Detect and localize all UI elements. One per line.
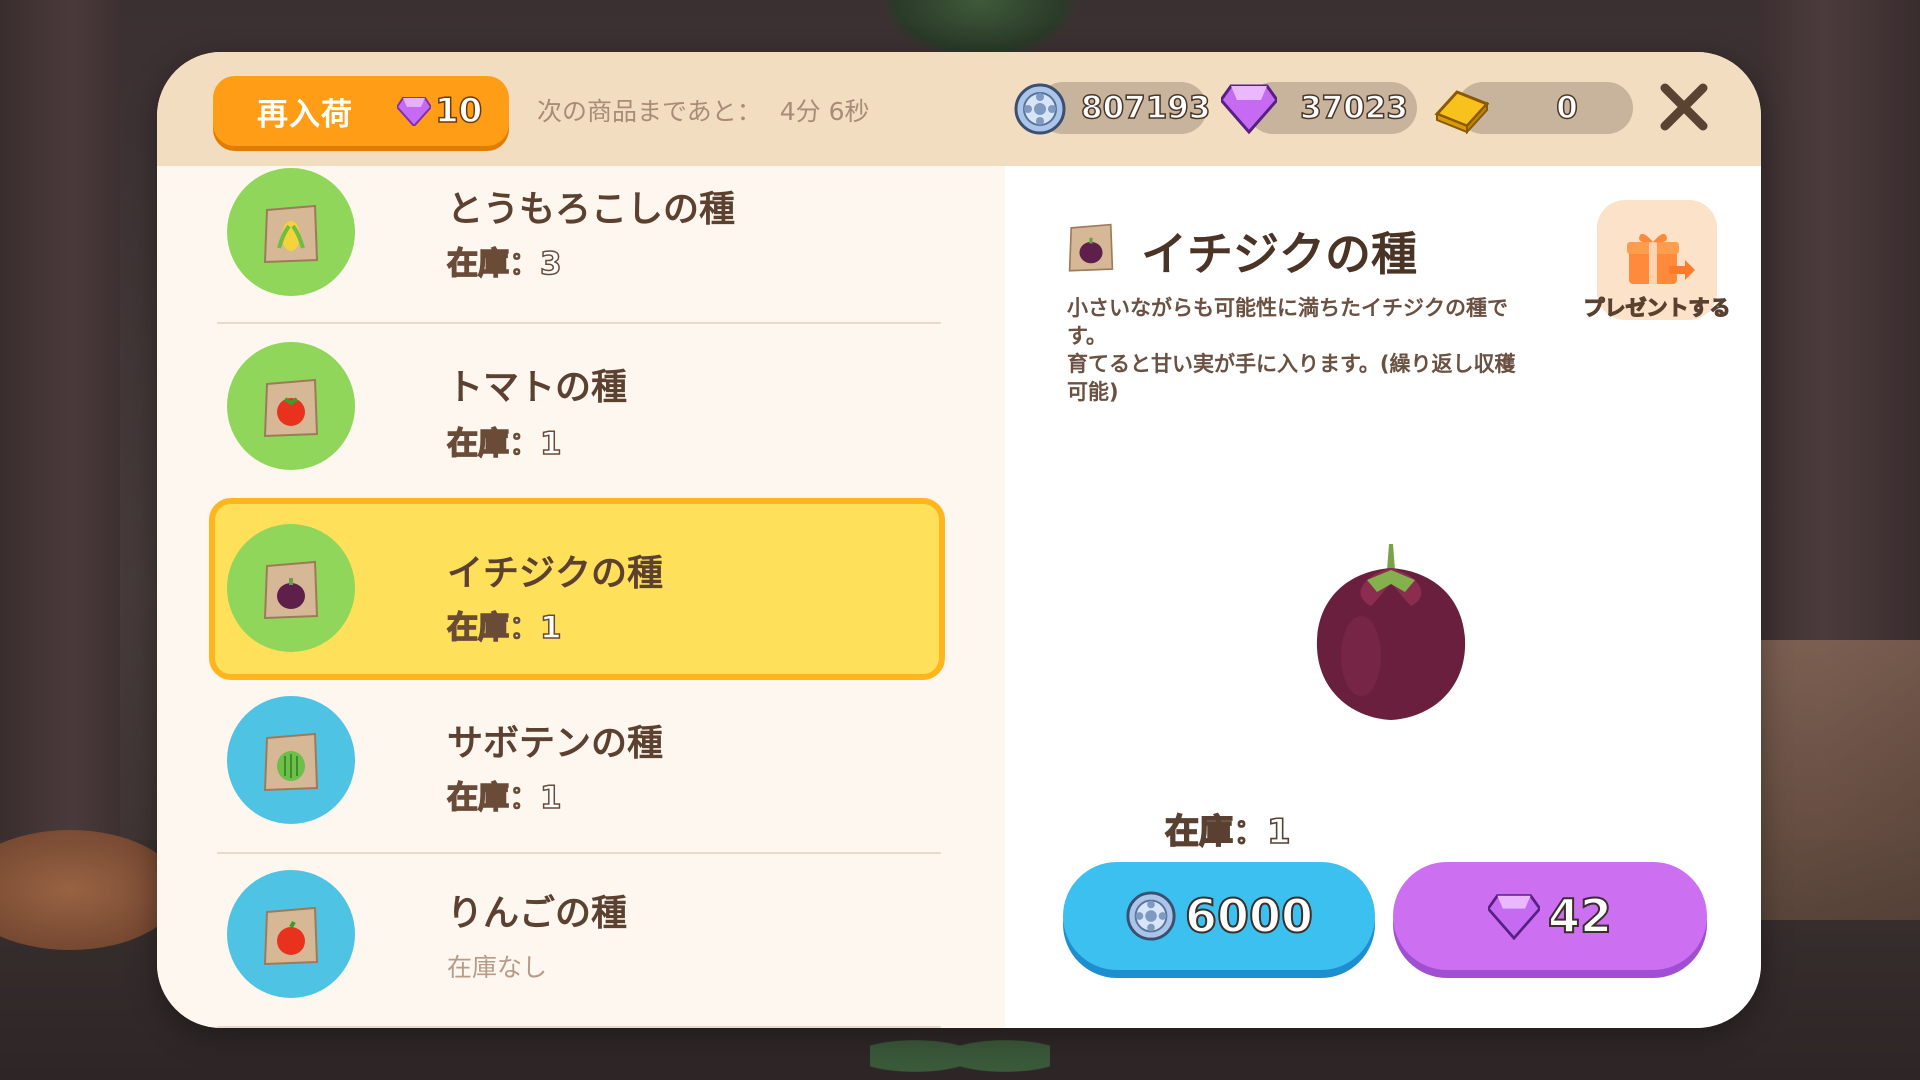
item-name: イチジクの種 [447,553,664,594]
item-icon-circle [227,342,355,470]
item-stock: 在庫なし [447,953,548,982]
item-name: とうもろこしの種 [447,189,736,230]
tomato-seed-icon [263,378,319,438]
gem-icon [397,97,431,126]
item-icon-circle [227,168,355,296]
fig-fruit-image [1316,544,1466,720]
gem-value: 37023 [1299,89,1408,127]
character-feet [870,1020,1050,1080]
gem-icon [1221,84,1277,134]
item-stock: 在庫：1 [446,425,562,463]
list-item[interactable]: トマトの種 在庫：1 [217,324,941,498]
seed-shop-dialog: 再入荷 10 次の商品まであと： 4分 6秒 807193 37023 0 とう… [157,52,1761,1028]
next-item-timer: 次の商品まであと： 4分 6秒 [537,92,870,128]
coin-icon [1014,83,1066,135]
buy-with-coins-button[interactable]: 6000 [1063,862,1375,970]
coin-icon [1126,891,1176,941]
item-icon-circle [227,524,355,652]
plant-decoration [880,0,1080,60]
item-detail-panel: イチジクの種 小さいながらも可能性に満ちたイチジクの種です。 育てると甘い実が手… [1005,166,1761,1028]
coin-value: 807193 [1080,89,1211,127]
restock-cost: 10 [434,90,483,132]
gold-value: 0 [1555,89,1578,127]
buy-with-gems-button[interactable]: 42 [1393,862,1707,970]
item-stock: 在庫：1 [446,609,562,647]
gold-bar-icon [1434,90,1489,134]
item-name: トマトの種 [447,367,628,408]
list-item[interactable]: サボテンの種 在庫：1 [217,680,941,854]
gift-icon [1627,233,1695,284]
restock-label: 再入荷 [257,96,353,133]
coin-price: 6000 [1184,888,1314,944]
apple-seed-icon [263,906,319,966]
item-description: 小さいながらも可能性に満ちたイチジクの種です。 育てると甘い実が手に入ります。(… [1067,296,1516,404]
gem-price: 42 [1547,888,1613,944]
corn-seed-icon [263,204,319,264]
item-icon-circle [227,870,355,998]
list-item[interactable]: りんごの種 在庫なし [217,854,941,1028]
item-icon-circle [227,696,355,824]
seed-list: とうもろこしの種 在庫：3 トマトの種 在庫：1 イチジクの種 在庫：1 サボテ… [157,166,1005,1028]
item-name: サボテンの種 [447,723,664,764]
cactus-seed-icon [263,732,319,792]
item-stock: 在庫：1 [446,779,562,817]
gem-icon [1487,894,1540,940]
next-item-label: 次の商品まであと： [537,97,762,126]
list-item[interactable]: とうもろこしの種 在庫：3 [217,166,941,324]
shelf-decoration [1760,640,1920,920]
restock-button[interactable]: 再入荷 10 [213,76,509,146]
next-item-time: 4分 6秒 [779,97,870,126]
item-title: イチジクの種 [1141,227,1417,281]
row-divider [217,1026,941,1028]
detail-stock: 在庫：1 [1164,811,1291,853]
shop-header: 再入荷 10 次の商品まであと： 4分 6秒 807193 37023 0 [157,52,1761,166]
item-stock: 在庫：3 [446,245,562,283]
fig-seed-icon [1068,223,1114,272]
close-icon[interactable] [1657,80,1711,134]
fig-seed-icon [263,560,319,620]
list-item-selected[interactable]: イチジクの種 在庫：1 [209,498,945,680]
item-name: りんごの種 [447,893,628,934]
present-label: プレゼントする [1583,295,1731,320]
